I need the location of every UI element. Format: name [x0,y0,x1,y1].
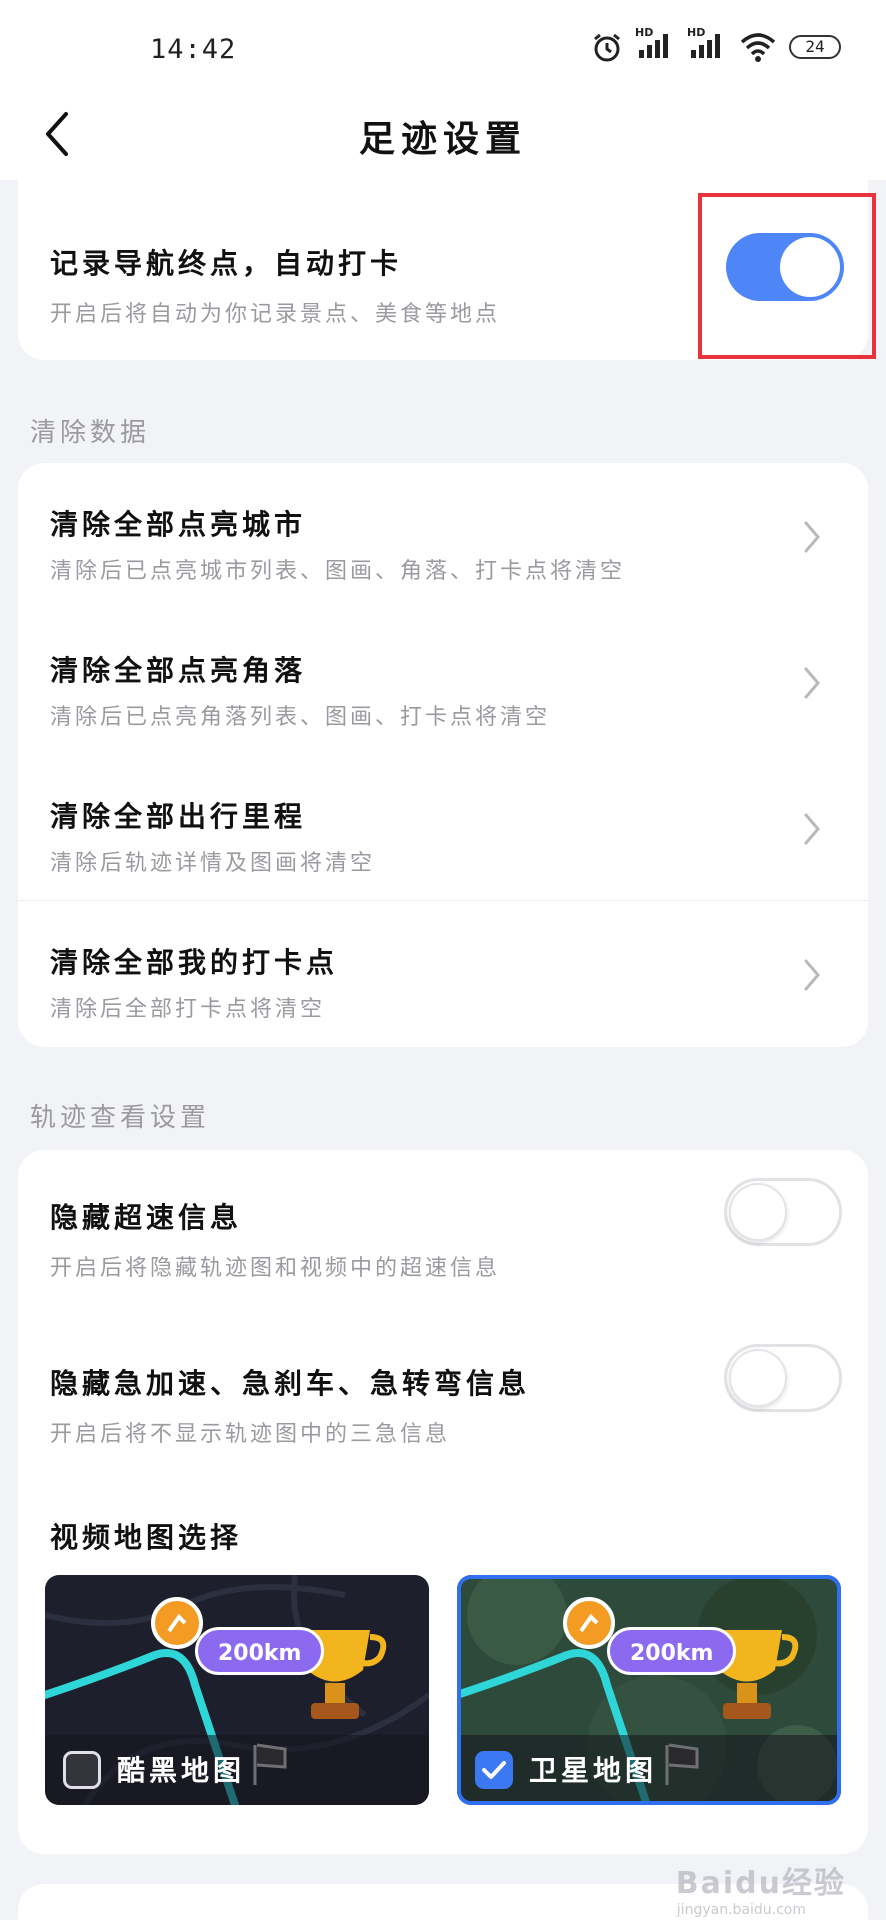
video-map-title: 视频地图选择 [50,1521,243,1554]
watermark: Baidu经验 [675,1866,846,1901]
auto-checkin-subtitle: 开启后将自动为你记录景点、美食等地点 [50,302,501,327]
clear-corners-row[interactable]: 清除全部点亮角落 清除后已点亮角落列表、图画、打卡点将清空 [18,609,868,755]
chevron-right-icon [804,667,820,699]
row-subtitle: 清除后已点亮城市列表、图画、角落、打卡点将清空 [50,559,626,584]
status-bar: 14:42 HD HD 24 [0,0,886,100]
wifi-icon [740,33,776,62]
distance-badge: 200km [607,1627,737,1675]
satellite-map-checkbox[interactable] [475,1751,513,1789]
toggle-knob [780,237,840,297]
signal-2: HD [687,26,727,64]
distance-badge: 200km [195,1627,325,1675]
chevron-right-icon [804,813,820,845]
auto-checkin-card: 记录导航终点，自动打卡 开启后将自动为你记录景点、美食等地点 [18,180,868,360]
auto-checkin-title: 记录导航终点，自动打卡 [50,247,403,280]
row-subtitle: 清除后全部打卡点将清空 [50,997,326,1022]
hide-harsh-driving-toggle[interactable] [724,1344,842,1412]
dark-map-checkbox[interactable] [63,1751,101,1789]
row-title: 清除全部点亮城市 [50,508,307,541]
row-title: 清除全部点亮角落 [50,654,307,687]
row-subtitle: 清除后已点亮角落列表、图画、打卡点将清空 [50,705,551,730]
map-label: 卫星地图 [529,1754,658,1787]
clear-section-label: 清除数据 [30,418,151,448]
row-title: 清除全部出行里程 [50,800,307,833]
toggle-knob [729,1183,787,1241]
row-subtitle: 清除后轨迹详情及图画将清空 [50,851,376,876]
row-title: 清除全部我的打卡点 [50,946,339,979]
check-icon [482,1761,506,1779]
row-title: 隐藏超速信息 [50,1201,243,1234]
hd-label: HD [687,26,706,39]
page-title: 足迹设置 [358,119,527,160]
clear-checkins-row[interactable]: 清除全部我的打卡点 清除后全部打卡点将清空 [18,901,868,1047]
hide-speeding-toggle[interactable] [724,1178,842,1246]
battery-icon: 24 [789,35,841,59]
clear-mileage-row[interactable]: 清除全部出行里程 清除后轨迹详情及图画将清空 [18,755,868,901]
clear-data-card: 清除全部点亮城市 清除后已点亮城市列表、图画、角落、打卡点将清空 清除全部点亮角… [18,463,868,1047]
row-title: 隐藏急加速、急刹车、急转弯信息 [50,1367,531,1400]
status-icons: HD HD 24 [591,26,841,64]
auto-checkin-toggle[interactable] [726,233,844,301]
hd-label: HD [635,26,654,39]
map-label: 酷黑地图 [117,1754,246,1787]
alarm-icon [594,33,620,62]
hide-harsh-driving-row: 隐藏急加速、急刹车、急转弯信息 开启后将不显示轨迹图中的三急信息 [18,1316,868,1482]
toggle-knob [729,1349,787,1407]
hide-speeding-row: 隐藏超速信息 开启后将隐藏轨迹图和视频中的超速信息 [18,1150,868,1316]
signal-1: HD [635,26,675,64]
clear-cities-row[interactable]: 清除全部点亮城市 清除后已点亮城市列表、图画、角落、打卡点将清空 [18,463,868,609]
track-settings-card: 隐藏超速信息 开启后将隐藏轨迹图和视频中的超速信息 隐藏急加速、急刹车、急转弯信… [18,1150,868,1854]
map-option-satellite[interactable]: 200km 卫星地图 [457,1575,841,1805]
status-time: 14:42 [150,34,237,65]
chevron-right-icon [804,959,820,991]
chevron-right-icon [804,521,820,553]
watermark-url: jingyan.baidu.com [676,1902,806,1918]
map-option-dark[interactable]: 200km 酷黑地图 [45,1575,429,1805]
title-bar: 足迹设置 [0,88,886,180]
row-subtitle: 开启后将隐藏轨迹图和视频中的超速信息 [50,1256,501,1281]
row-subtitle: 开启后将不显示轨迹图中的三急信息 [50,1422,451,1447]
track-section-label: 轨迹查看设置 [30,1103,211,1133]
